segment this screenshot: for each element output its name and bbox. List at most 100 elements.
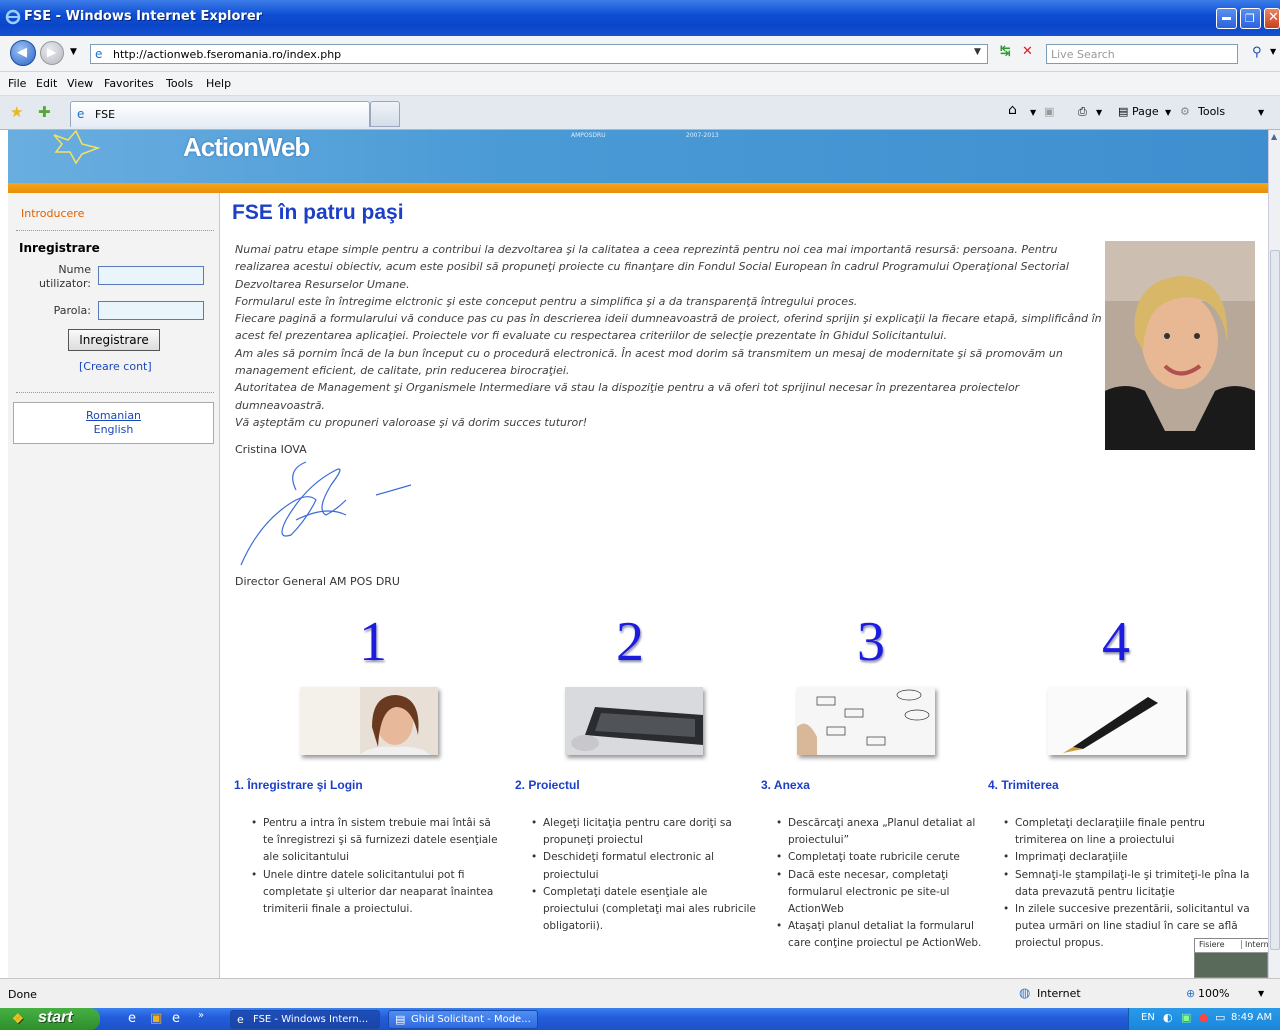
menu-favorites[interactable]: Favorites (104, 77, 154, 90)
tools-dropdown-icon[interactable]: ▼ (1258, 108, 1264, 117)
language-romanian-link[interactable]: Romanian (14, 409, 213, 423)
new-tab-button[interactable] (370, 101, 400, 127)
intro-paragraph: Fiecare pagină a formularului vă conduce… (235, 312, 1102, 343)
window-title-bar[interactable]: FSE - Windows Internet Explorer ❐ ✕ (0, 0, 1280, 36)
history-dropdown-icon[interactable]: ▼ (70, 47, 77, 57)
quicklaunch-ie-icon[interactable]: e (128, 1011, 136, 1026)
step-3-list: Descărcaţi anexa „Planul detaliat al pro… (773, 815, 988, 953)
close-button[interactable]: ✕ (1264, 8, 1280, 29)
step-3-title: 3. Anexa (761, 778, 810, 792)
tray-monitor-icon[interactable]: ▭ (1215, 1011, 1225, 1024)
intro-text: Numai patru etape simple pentru a contri… (235, 241, 1105, 431)
step-4-title: 4. Trimiterea (988, 778, 1059, 792)
tray-security-icon[interactable]: ● (1199, 1011, 1209, 1024)
search-icon[interactable]: ⚲ (1252, 45, 1262, 60)
menu-edit[interactable]: Edit (36, 77, 57, 90)
page-icon: e (95, 47, 103, 61)
language-indicator[interactable]: EN (1141, 1012, 1155, 1023)
tab-page-icon: e (77, 107, 85, 121)
add-favorites-icon[interactable]: ✚ (38, 103, 51, 121)
list-item: Imprimaţi declaraţiile (1000, 849, 1260, 866)
director-portrait-image (1105, 241, 1255, 450)
print-icon[interactable]: ⎙ (1078, 105, 1087, 119)
scrollbar-thumb[interactable] (1270, 250, 1280, 950)
print-dropdown-icon[interactable]: ▼ (1096, 108, 1102, 117)
home-icon[interactable]: ⌂ (1008, 102, 1017, 118)
clock: 8:49 AM (1231, 1012, 1273, 1023)
step-3-image (797, 687, 935, 755)
username-label: Nume utilizator: (38, 263, 91, 290)
tray-network-icon[interactable]: ◐ (1163, 1011, 1173, 1024)
overlay-tab-fisiere[interactable]: Fisiere (1199, 940, 1225, 949)
create-account-link[interactable]: [Creare cont] (79, 360, 152, 373)
search-input[interactable]: Live Search (1046, 44, 1238, 64)
forward-button[interactable]: ▶ (40, 41, 64, 65)
zoom-dropdown-icon[interactable]: ▼ (1258, 989, 1264, 998)
list-item: Descărcaţi anexa „Planul detaliat al pro… (773, 815, 988, 849)
sidebar: Introducere Inregistrare Nume utilizator… (8, 193, 220, 978)
vertical-scrollbar[interactable]: ▲ (1268, 130, 1280, 978)
list-item: Ataşaţi planul detaliat la formularul ca… (773, 918, 988, 952)
intro-paragraph: Vă aşteptăm cu propuneri valoroase şi vă… (235, 415, 588, 429)
home-dropdown-icon[interactable]: ▼ (1030, 108, 1036, 117)
feeds-icon[interactable]: ▣ (1044, 105, 1054, 118)
url-dropdown-icon[interactable]: ▼ (974, 47, 981, 57)
url-field[interactable]: e http://actionweb.fseromania.ro/index.p… (90, 44, 988, 64)
restore-button[interactable]: ❐ (1240, 8, 1261, 29)
divider (16, 230, 214, 231)
list-item: Dacă este necesar, completaţi formularul… (773, 867, 988, 919)
globe-icon: ◍ (1019, 986, 1031, 1001)
divider (16, 392, 214, 393)
start-button[interactable]: ❖ start (0, 1008, 100, 1030)
stop-icon[interactable]: ✕ (1022, 44, 1033, 59)
windows-logo-icon: ❖ (12, 1011, 24, 1026)
tray-app-icon[interactable]: ▣ (1181, 1011, 1191, 1024)
step-number-2: 2 (616, 611, 644, 673)
menu-help[interactable]: Help (206, 77, 231, 90)
list-item: Alegeţi licitaţia pentru care doriţi sa … (528, 815, 758, 849)
quicklaunch-app-icon[interactable]: ▣ (150, 1011, 162, 1026)
username-input[interactable] (98, 266, 204, 285)
back-arrow-icon: ◀ (17, 45, 27, 60)
menu-file[interactable]: File (8, 77, 26, 90)
back-button[interactable]: ◀ (10, 40, 36, 66)
step-1-list: Pentru a intra în sistem trebuie mai înt… (248, 815, 498, 918)
sidebar-item-introducere[interactable]: Introducere (21, 207, 84, 220)
tab-fse[interactable]: e FSE (70, 101, 370, 127)
password-input[interactable] (98, 301, 204, 320)
menu-view[interactable]: View (67, 77, 93, 90)
list-item: Deschideţi formatul electronic al proiec… (528, 849, 758, 883)
url-text: http://actionweb.fseromania.ro/index.php (113, 48, 342, 61)
tools-menu[interactable]: Tools (1198, 105, 1225, 118)
task-ie-window[interactable]: e FSE - Windows Intern... (230, 1010, 380, 1029)
forward-arrow-icon: ▶ (47, 45, 57, 59)
step-1-image (300, 687, 438, 755)
signer-title: Director General AM POS DRU (235, 575, 400, 588)
favorites-star-icon[interactable]: ★ (10, 103, 23, 121)
language-english-link[interactable]: English (14, 423, 213, 437)
task-word-window[interactable]: ▤ Ghid Solicitant - Mode... (388, 1010, 538, 1029)
quicklaunch-browser-icon[interactable]: e (172, 1011, 180, 1026)
overlay-widget[interactable]: Fisiere Internet (1194, 938, 1268, 978)
banner-small-right: 2007-2013 (686, 132, 719, 139)
page-menu[interactable]: Page (1132, 105, 1159, 118)
minimize-button[interactable] (1216, 8, 1237, 29)
banner-small-left: AMPOSDRU (571, 132, 606, 139)
login-button[interactable]: Inregistrare (68, 329, 160, 351)
menu-tools[interactable]: Tools (166, 77, 193, 90)
search-options-icon[interactable]: ▼ (1270, 47, 1276, 56)
quicklaunch-more-icon[interactable]: » (198, 1010, 204, 1021)
step-2-list: Alegeţi licitaţia pentru care doriţi sa … (528, 815, 758, 935)
task-word-label: Ghid Solicitant - Mode... (411, 1014, 531, 1025)
list-item: Semnaţi-le ştampilaţi-le şi trimiteţi-le… (1000, 867, 1260, 901)
page-title: FSE în patru paşi (232, 201, 404, 224)
scroll-up-icon[interactable]: ▲ (1271, 132, 1277, 141)
menu-bar: File Edit View Favorites Tools Help (0, 72, 1280, 96)
overlay-tab-internet[interactable]: Internet (1241, 940, 1268, 949)
refresh-icon[interactable]: ↹ (1000, 44, 1011, 59)
zoom-level[interactable]: 100% (1198, 987, 1229, 1000)
page-dropdown-icon[interactable]: ▼ (1165, 108, 1171, 117)
page-menu-icon: ▤ (1118, 105, 1129, 118)
list-item: Completaţi declaraţiile finale pentru tr… (1000, 815, 1260, 849)
password-label: Parola: (53, 304, 91, 317)
